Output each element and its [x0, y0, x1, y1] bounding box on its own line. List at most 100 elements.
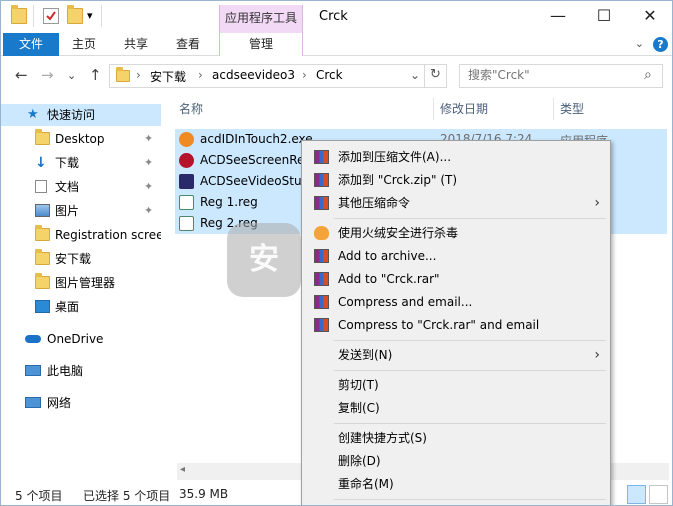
- up-arrow-icon[interactable]: ↑: [89, 66, 102, 84]
- menu-item-create-shortcut[interactable]: 创建快捷方式(S): [304, 427, 608, 449]
- pin-icon: ✦: [144, 132, 154, 145]
- refresh-icon[interactable]: ↻: [430, 67, 441, 82]
- breadcrumb-item[interactable]: 安下载: [150, 68, 186, 85]
- explorer-window: ▾ 应用程序工具 Crck — ☐ ✕ 文件 主页 共享 查看 管理 ⌄ ? ←…: [0, 0, 673, 506]
- menu-item-label: 使用火绒安全进行杀毒: [338, 226, 459, 240]
- sidebar-item-label: 安下载: [55, 252, 92, 266]
- registry-file-icon: [179, 195, 194, 210]
- menu-item-huorong-scan[interactable]: 使用火绒安全进行杀毒: [304, 222, 608, 244]
- rar-icon: [314, 150, 329, 164]
- window-title: Crck: [319, 9, 348, 24]
- details-view-button[interactable]: [627, 485, 646, 504]
- column-header-name[interactable]: 名称: [179, 100, 203, 117]
- column-divider[interactable]: [553, 98, 554, 120]
- sidebar-item-onedrive[interactable]: OneDrive: [1, 328, 161, 350]
- breadcrumb-item[interactable]: Crck: [316, 68, 343, 82]
- sidebar-item-registration-screen[interactable]: Registration scree: [1, 224, 161, 246]
- menu-separator: [334, 218, 606, 219]
- menu-item-compress-rar-email[interactable]: Compress to "Crck.rar" and email: [304, 314, 608, 336]
- winrar-icon: [314, 249, 329, 263]
- folder-icon: [35, 273, 50, 289]
- menu-item-add-to-zip[interactable]: 添加到 "Crck.zip" (T): [304, 169, 608, 191]
- sidebar-item-label: 桌面: [55, 300, 80, 314]
- address-dropdown-icon[interactable]: ⌄: [410, 68, 420, 82]
- sidebar-item-pictures[interactable]: 图片 ✦: [1, 200, 161, 222]
- menu-item-label: 其他压缩命令: [338, 196, 411, 210]
- menu-item-other-compress[interactable]: 其他压缩命令 ›: [304, 192, 608, 214]
- address-bar[interactable]: › 安下载 › acdseevideo3 › Crck ⌄ ↻: [109, 64, 447, 88]
- huorong-icon: [314, 226, 329, 240]
- screen-recorder-icon: [179, 153, 194, 168]
- ribbon-expand-icon[interactable]: ⌄: [635, 37, 644, 50]
- breadcrumb-separator: ›: [198, 68, 203, 82]
- back-arrow-icon[interactable]: ←: [15, 66, 28, 84]
- menu-item-copy[interactable]: 复制(C): [304, 397, 608, 419]
- maximize-button[interactable]: ☐: [581, 1, 627, 33]
- sidebar-item-documents[interactable]: 文档 ✦: [1, 176, 161, 198]
- column-header-date[interactable]: 修改日期: [440, 100, 488, 117]
- menu-separator: [334, 340, 606, 341]
- scroll-left-icon[interactable]: ◂: [180, 464, 185, 475]
- folder-icon: [11, 5, 27, 24]
- column-divider[interactable]: [433, 98, 434, 120]
- qat-divider: [33, 5, 34, 27]
- download-arrow-icon: ↓: [35, 155, 47, 171]
- sidebar-item-network[interactable]: 网络: [1, 392, 161, 414]
- winrar-icon: [314, 272, 329, 286]
- sidebar-item-label: 网络: [47, 396, 72, 410]
- navigation-pane: ★ 快速访问 Desktop ✦ ↓ 下载 ✦ 文档 ✦ 图片 ✦ Regist…: [1, 96, 161, 481]
- document-icon: [35, 180, 47, 193]
- file-name: Reg 1.reg: [200, 195, 258, 209]
- large-icons-view-button[interactable]: [649, 485, 668, 504]
- menu-item-add-to-archive-cn[interactable]: 添加到压缩文件(A)...: [304, 146, 608, 168]
- properties-icon[interactable]: [43, 8, 59, 24]
- star-icon: ★: [27, 107, 39, 122]
- tab-file[interactable]: 文件: [3, 33, 59, 56]
- menu-item-rename[interactable]: 重命名(M): [304, 473, 608, 495]
- submenu-arrow-icon: ›: [594, 195, 600, 211]
- menu-item-label: 发送到(N): [338, 348, 393, 362]
- rar-icon: [314, 196, 329, 210]
- menu-item-send-to[interactable]: 发送到(N) ›: [304, 344, 608, 366]
- menu-item-add-to-archive[interactable]: Add to archive...: [304, 245, 608, 267]
- tab-manage[interactable]: 管理: [219, 33, 303, 56]
- ribbon-tabs: 文件 主页 共享 查看 管理 ⌄ ?: [1, 33, 672, 56]
- tab-view[interactable]: 查看: [167, 33, 209, 56]
- qat-dropdown-icon[interactable]: ▾: [87, 9, 93, 22]
- search-box[interactable]: ⌕: [459, 64, 663, 88]
- menu-item-add-to-rar[interactable]: Add to "Crck.rar": [304, 268, 608, 290]
- help-icon[interactable]: ?: [653, 37, 668, 52]
- breadcrumb-separator: ›: [302, 68, 307, 82]
- sidebar-item-image-manager[interactable]: 图片管理器: [1, 272, 161, 294]
- tab-home[interactable]: 主页: [63, 33, 105, 56]
- breadcrumb-item[interactable]: acdseevideo3: [212, 68, 295, 82]
- minimize-button[interactable]: —: [535, 1, 581, 33]
- forward-arrow-icon[interactable]: →: [41, 66, 54, 84]
- sidebar-item-desktop[interactable]: Desktop ✦: [1, 128, 161, 150]
- acd-app-icon: [179, 132, 194, 147]
- sidebar-item-anxiazai[interactable]: 安下载: [1, 248, 161, 270]
- sidebar-item-downloads[interactable]: ↓ 下载 ✦: [1, 152, 161, 174]
- column-header-type[interactable]: 类型: [560, 100, 584, 117]
- menu-item-label: Compress to "Crck.rar" and email: [338, 318, 540, 332]
- sidebar-item-label: 下载: [55, 156, 80, 170]
- search-icon[interactable]: ⌕: [644, 67, 652, 83]
- sidebar-item-zhuomian[interactable]: 桌面: [1, 296, 161, 318]
- close-button[interactable]: ✕: [627, 1, 672, 33]
- recent-locations-icon[interactable]: ⌄: [67, 69, 76, 82]
- menu-item-cut[interactable]: 剪切(T): [304, 374, 608, 396]
- menu-item-label: 删除(D): [338, 454, 381, 468]
- new-folder-icon[interactable]: [67, 5, 83, 24]
- menu-item-label: Compress and email...: [338, 295, 473, 309]
- menu-separator: [334, 499, 606, 500]
- sidebar-item-this-pc[interactable]: 此电脑: [1, 360, 161, 382]
- tab-share[interactable]: 共享: [115, 33, 157, 56]
- menu-item-compress-email[interactable]: Compress and email...: [304, 291, 608, 313]
- winrar-icon: [314, 318, 329, 332]
- menu-item-label: 创建快捷方式(S): [338, 431, 427, 445]
- menu-item-delete[interactable]: 删除(D): [304, 450, 608, 472]
- search-input[interactable]: [468, 68, 638, 82]
- desktop-icon: [35, 300, 50, 313]
- qat-divider: [101, 5, 102, 27]
- sidebar-item-quick-access[interactable]: ★ 快速访问: [1, 104, 161, 126]
